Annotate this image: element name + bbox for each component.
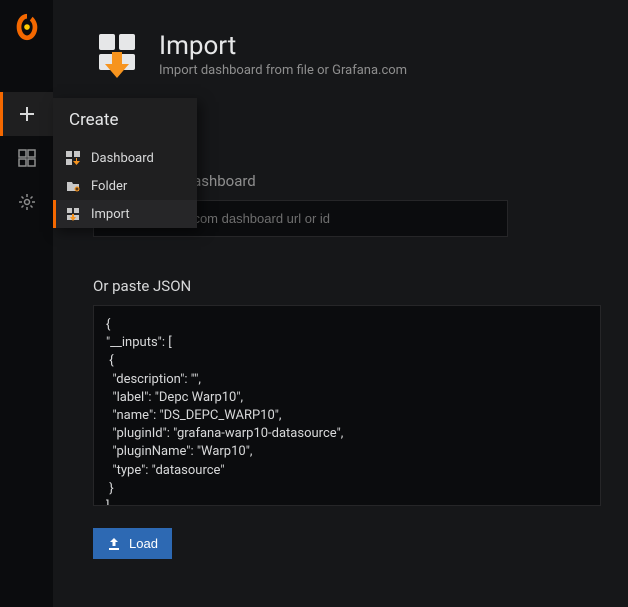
- folder-icon: [65, 178, 81, 194]
- grafana-logo[interactable]: [12, 12, 42, 42]
- page-title: Import: [159, 31, 407, 61]
- flyout-item-folder[interactable]: Folder: [53, 172, 197, 200]
- flyout-title: Create: [53, 98, 197, 144]
- upload-icon: [107, 537, 121, 551]
- flyout-item-label: Dashboard: [91, 151, 154, 166]
- json-label: Or paste JSON: [93, 277, 588, 295]
- create-flyout: Create Dashboard Folder: [53, 98, 197, 228]
- nav-settings[interactable]: [0, 180, 53, 224]
- load-button[interactable]: Load: [93, 528, 172, 559]
- import-icon: [65, 206, 81, 222]
- nav-dashboards[interactable]: [0, 136, 53, 180]
- page-header: Import Import dashboard from file or Gra…: [93, 30, 588, 78]
- flyout-item-label: Folder: [91, 179, 127, 194]
- main-content: Import Import dashboard from file or Gra…: [53, 0, 628, 607]
- page-subtitle: Import dashboard from file or Grafana.co…: [159, 63, 407, 78]
- sidebar: [0, 0, 53, 607]
- json-textarea[interactable]: [93, 305, 601, 506]
- flyout-item-dashboard[interactable]: Dashboard: [53, 144, 197, 172]
- flyout-item-import[interactable]: Import: [53, 200, 197, 228]
- load-button-label: Load: [129, 536, 158, 551]
- dashboard-icon: [65, 150, 81, 166]
- plus-icon: [18, 105, 36, 123]
- grid-icon: [18, 149, 36, 167]
- gear-icon: [18, 193, 36, 211]
- grafana-icon: [12, 12, 42, 42]
- flyout-item-label: Import: [91, 207, 130, 222]
- nav-create[interactable]: [0, 92, 53, 136]
- import-header-icon: [93, 30, 141, 78]
